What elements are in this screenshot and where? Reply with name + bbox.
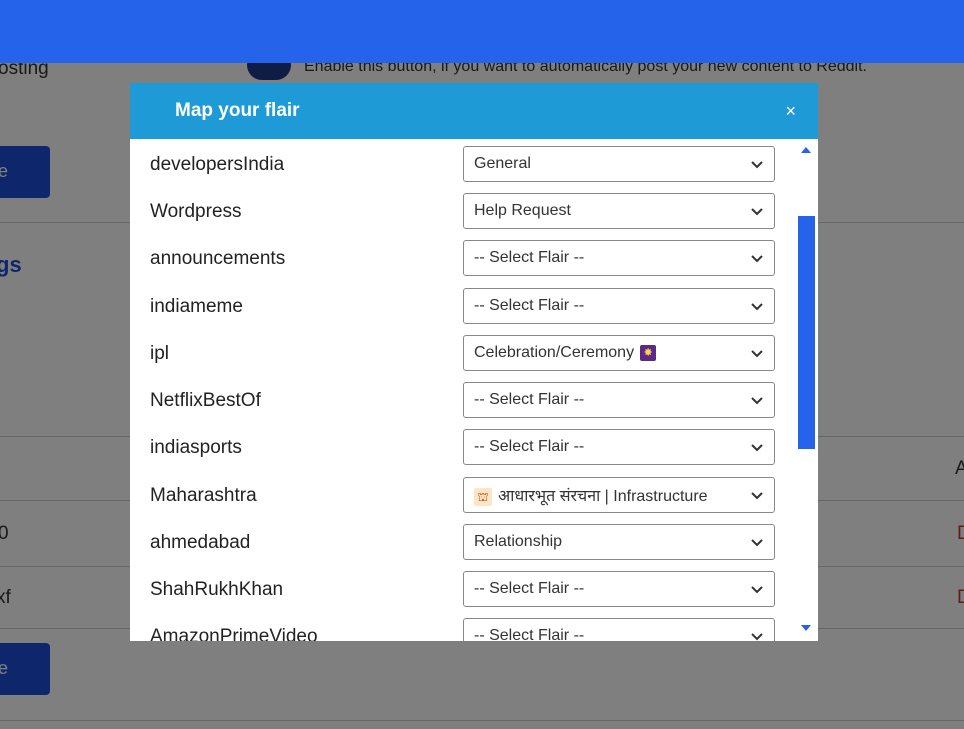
close-button[interactable]: × [785,101,796,122]
top-navbar [0,0,964,63]
subreddit-name: Wordpress [150,201,242,222]
scrollbar-thumb[interactable] [798,216,815,449]
chevron-down-icon [751,633,763,641]
subreddit-name: NetflixBestOf [150,390,261,411]
flair-select-value: -- Select Flair -- [474,391,750,409]
flair-mapping-list: developersIndia General Wordpress Help Requ… [130,139,818,641]
flair-select[interactable]: -- Select Flair -- [463,288,775,324]
chevron-down-icon [751,303,763,311]
subreddit-name: ahmedabad [150,532,251,553]
flair-select[interactable]: -- Select Flair -- [463,382,775,418]
flair-row: announcements -- Select Flair -- [130,240,780,278]
chevron-down-icon [751,208,763,216]
chevron-down-icon [751,397,763,405]
flair-row: AmazonPrimeVideo -- Select Flair -- [130,618,780,641]
flair-select-value: Celebration/Ceremony ✸ [474,344,750,362]
chevron-down-icon [751,350,763,358]
flair-select-value: General [474,155,750,173]
flair-select-label: -- Select Flair -- [474,627,585,641]
flair-select-label: -- Select Flair -- [474,580,585,597]
flair-row: ShahRukhKhan -- Select Flair -- [130,571,780,609]
flair-select[interactable]: ⛫ आधारभूत संरचना | Infrastructure [463,477,775,513]
flair-emoji-icon: ⛫ [474,487,492,506]
chevron-down-icon [751,586,763,594]
flair-select-value: Help Request [474,202,750,220]
subreddit-name: developersIndia [150,154,285,175]
chevron-down-icon [751,444,763,452]
flair-row: indiameme -- Select Flair -- [130,288,780,326]
flair-row: Maharashtra ⛫ आधारभूत संरचना | Infrastruct… [130,477,780,515]
flair-select-value: -- Select Flair -- [474,438,750,456]
flair-select-label: Celebration/Ceremony [474,344,635,361]
modal-title: Map your flair [175,100,300,121]
scroll-down-arrow-icon[interactable] [800,623,812,633]
subreddit-name: ShahRukhKhan [150,579,284,600]
flair-row: NetflixBestOf -- Select Flair -- [130,382,780,420]
flair-modal: Map your flair × developersIndia General W… [130,83,818,641]
flair-row: indiasports -- Select Flair -- [130,429,780,467]
subreddit-name: AmazonPrimeVideo [150,626,318,641]
chevron-down-icon [751,161,763,169]
flair-row: ahmedabad Relationship [130,524,780,562]
flair-select[interactable]: -- Select Flair -- [463,618,775,641]
subreddit-name: ipl [150,343,170,364]
flair-select-value: -- Select Flair -- [474,249,750,267]
flair-select[interactable]: General [463,146,775,182]
flair-emoji-icon: ✸ [640,344,657,361]
flair-select[interactable]: Celebration/Ceremony ✸ [463,335,775,371]
flair-select[interactable]: Help Request [463,193,775,229]
flair-select[interactable]: Relationship [463,524,775,560]
subreddit-name: indiameme [150,296,243,317]
flair-row: ipl Celebration/Ceremony ✸ [130,335,780,373]
flair-select-label: आधारभूत संरचना | Infrastructure [498,488,708,505]
modal-header: Map your flair × [130,83,818,139]
flair-select-label: Help Request [474,202,571,219]
flair-select-label: Relationship [474,533,563,550]
chevron-down-icon [751,539,763,547]
flair-select-label: -- Select Flair -- [474,391,585,408]
flair-select[interactable]: -- Select Flair -- [463,429,775,465]
flair-select-value: -- Select Flair -- [474,627,750,641]
flair-select-value: Relationship [474,533,750,551]
flair-select-label: -- Select Flair -- [474,249,585,266]
flair-select-value: ⛫ आधारभूत संरचना | Infrastructure [474,484,750,506]
flair-row: developersIndia General [130,146,780,184]
flair-select-label: General [474,155,531,172]
flair-select-label: -- Select Flair -- [474,297,585,314]
flair-select-label: -- Select Flair -- [474,438,585,455]
flair-select-value: -- Select Flair -- [474,580,750,598]
subreddit-name: indiasports [150,437,242,458]
scroll-up-arrow-icon[interactable] [800,145,812,155]
chevron-down-icon [751,255,763,263]
subreddit-name: Maharashtra [150,485,257,506]
flair-select-value: -- Select Flair -- [474,297,750,315]
chevron-down-icon [751,492,763,500]
subreddit-name: announcements [150,248,286,269]
flair-select[interactable]: -- Select Flair -- [463,240,775,276]
flair-row: Wordpress Help Request [130,193,780,231]
flair-select[interactable]: -- Select Flair -- [463,571,775,607]
